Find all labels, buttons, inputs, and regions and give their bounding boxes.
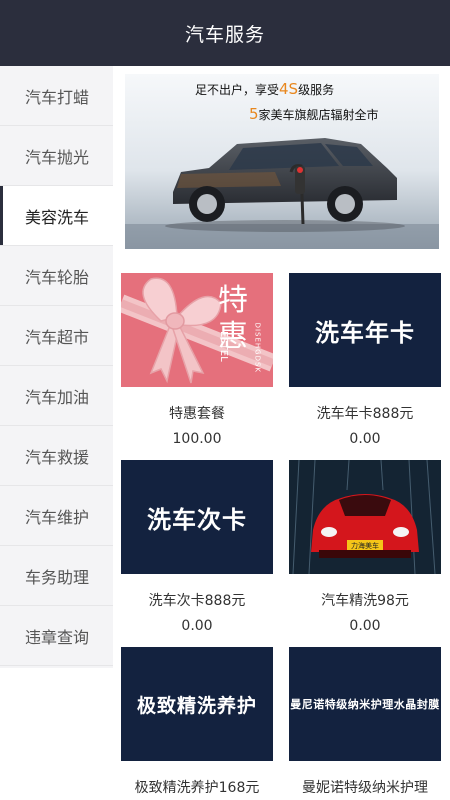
category-sidebar: 汽车打蜡 汽车抛光 美容洗车 汽车轮胎 汽车超市 汽车加油 汽车救援 汽车维护 … (0, 66, 113, 668)
sidebar-item-violations[interactable]: 违章查询 (0, 606, 113, 666)
product-name: 洗车次卡888元 (148, 593, 246, 609)
product-name: 洗车年卡888元 (316, 406, 414, 422)
nano-care-tile: 曼尼诺特级纳米护理水晶封膜 (289, 647, 441, 761)
sidebar-item-label: 违章查询 (25, 627, 90, 647)
product-card-per-use[interactable]: 洗车次卡 洗车次卡888元 0.00 (121, 460, 273, 634)
product-name: 曼妮诺特级纳米护理 (302, 780, 428, 796)
app-header: 汽车服务 (0, 0, 450, 66)
sidebar-item-tires[interactable]: 汽车轮胎 (0, 246, 113, 306)
promo-banner[interactable]: 足不出户，享受4S级服务 5家美车旗舰店辐射全市 (125, 74, 439, 249)
sidebar-item-label: 汽车维护 (25, 507, 90, 527)
red-car-icon: 力海美车 (289, 460, 441, 574)
product-name: 汽车精洗98元 (321, 593, 409, 609)
sidebar-item-maintenance[interactable]: 汽车维护 (0, 486, 113, 546)
product-price: 0.00 (349, 431, 381, 447)
product-card-ultimate-care[interactable]: 极致精洗养护 极致精洗养护168元 (121, 647, 273, 797)
sidebar-item-label: 汽车救援 (25, 447, 90, 467)
product-card-fine-wash[interactable]: 力海美车 汽车精洗98元 0.00 (289, 460, 441, 634)
special-tile-subtext: DISEHGDSK (253, 322, 261, 373)
product-card-annual[interactable]: 洗车年卡 洗车年卡888元 0.00 (289, 273, 441, 447)
tile-text: 极致精洗养护 (136, 694, 257, 717)
ultimate-care-tile: 极致精洗养护 (121, 647, 273, 761)
sidebar-item-supermarket[interactable]: 汽车超市 (0, 306, 113, 366)
annual-tile: 洗车年卡 (289, 273, 441, 387)
product-price: 0.00 (349, 618, 381, 634)
sidebar-item-label: 汽车轮胎 (25, 267, 90, 287)
sidebar-item-label: 汽车打蜡 (25, 87, 90, 107)
red-car-tile: 力海美车 (289, 460, 441, 574)
sidebar-item-rescue[interactable]: 汽车救援 (0, 426, 113, 486)
svg-text:足不出户，享受4S级服务: 足不出户，享受4S级服务 (195, 80, 334, 98)
tile-text: 曼尼诺特级纳米护理水晶封膜 (290, 698, 440, 711)
sidebar-item-waxing[interactable]: 汽车打蜡 (0, 66, 113, 126)
tile-text: 洗车次卡 (147, 505, 247, 534)
sidebar-item-label: 汽车抛光 (25, 147, 90, 167)
page-title: 汽车服务 (184, 23, 265, 46)
gift-tile: ESTEL 特惠 DISEHGDSK (121, 273, 273, 387)
per-use-tile: 洗车次卡 (121, 460, 273, 574)
sidebar-item-polishing[interactable]: 汽车抛光 (0, 126, 113, 186)
banner-graphic: 足不出户，享受4S级服务 5家美车旗舰店辐射全市 (125, 74, 439, 249)
sidebar-item-label: 汽车超市 (25, 327, 90, 347)
product-price: 100.00 (172, 431, 222, 447)
product-name: 极致精洗养护168元 (134, 780, 260, 796)
product-price: 0.00 (181, 618, 213, 634)
tile-text: 洗车年卡 (315, 318, 415, 347)
product-name: 特惠套餐 (169, 406, 225, 422)
product-card-special[interactable]: ESTEL 特惠 DISEHGDSK 特惠套餐 100.00 (121, 273, 273, 447)
sidebar-item-fuel[interactable]: 汽车加油 (0, 366, 113, 426)
sidebar-item-car-wash[interactable]: 美容洗车 (0, 186, 113, 246)
sidebar-item-label: 车务助理 (25, 567, 90, 587)
special-tile-text: 特惠 (218, 283, 248, 354)
sidebar-item-label: 汽车加油 (25, 387, 90, 407)
svg-text:力海美车: 力海美车 (351, 541, 379, 550)
svg-text:5家美车旗舰店辐射全市: 5家美车旗舰店辐射全市 (249, 105, 379, 123)
product-card-nano-care[interactable]: 曼尼诺特级纳米护理水晶封膜 曼妮诺特级纳米护理 (289, 647, 441, 797)
sidebar-item-assistant[interactable]: 车务助理 (0, 546, 113, 606)
sidebar-item-label: 美容洗车 (25, 207, 90, 227)
